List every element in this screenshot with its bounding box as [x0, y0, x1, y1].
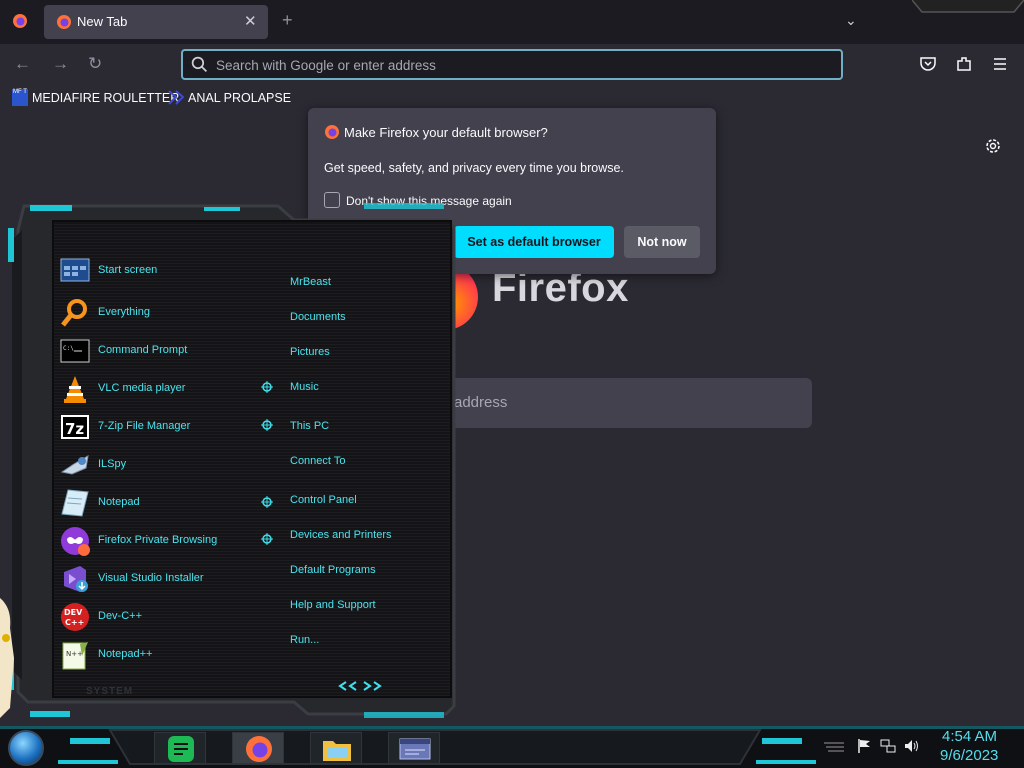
pin-marker-icon [261, 419, 273, 431]
program-label: Dev-C++ [98, 610, 143, 622]
dialog-title: Make Firefox your default browser? [344, 125, 548, 140]
set-default-button[interactable]: Set as default browser [454, 226, 614, 258]
clock-date[interactable]: 9/6/2023 [940, 747, 998, 764]
gear-icon[interactable] [983, 136, 1003, 156]
forward-icon[interactable]: → [52, 54, 69, 74]
dialog-body: Get speed, safety, and privacy every tim… [324, 161, 624, 175]
place-mrbeast[interactable]: MrBeast [290, 276, 331, 288]
firefox-icon [57, 15, 71, 29]
notes-app-icon [168, 736, 194, 762]
everything-search-icon [61, 299, 87, 327]
close-tab-icon[interactable]: ✕ [244, 12, 257, 30]
command-prompt-icon: C:\ [60, 339, 90, 363]
pin-marker-icon [261, 496, 273, 508]
reload-icon[interactable]: ↻ [88, 54, 102, 74]
place-this-pc[interactable]: This PC [290, 420, 329, 432]
menu-icon[interactable] [991, 55, 1009, 73]
extensions-icon[interactable] [955, 55, 973, 73]
program-label: Firefox Private Browsing [98, 534, 218, 546]
back-icon[interactable]: ← [14, 54, 31, 74]
firefox-icon [246, 736, 272, 762]
start-menu: Start screen Everything C:\ Command Prom… [8, 200, 456, 722]
place-control-panel[interactable]: Control Panel [290, 494, 357, 506]
svg-text:C++: C++ [65, 618, 84, 627]
program-label: Visual Studio Installer [98, 572, 204, 584]
url-bar[interactable]: Search with Google or enter address [181, 49, 843, 80]
svg-text:DEV: DEV [64, 608, 83, 617]
start-orb-button[interactable] [8, 730, 44, 766]
svg-text:7z: 7z [65, 420, 84, 438]
desktop-mascot-decoration [0, 598, 14, 718]
bookmark-icon [168, 90, 184, 105]
tab-title: New Tab [77, 14, 128, 29]
7zip-icon: 7z [61, 415, 89, 439]
place-pictures[interactable]: Pictures [290, 346, 330, 358]
pin-marker-icon [261, 381, 273, 393]
chevron-down-icon[interactable]: ⌄ [845, 12, 857, 29]
taskbar-decoration-icon [824, 742, 844, 752]
place-devices-and-printers[interactable]: Devices and Printers [290, 529, 392, 541]
devcpp-icon: DEVC++ [61, 603, 89, 631]
vlc-cone-icon [64, 376, 86, 403]
window-icon [399, 738, 431, 760]
place-connect-to[interactable]: Connect To [290, 455, 345, 467]
taskbar: 4:54 AM 9/6/2023 [0, 726, 1024, 768]
place-run[interactable]: Run... [290, 634, 319, 646]
place-music[interactable]: Music [290, 381, 319, 393]
place-documents[interactable]: Documents [290, 311, 346, 323]
bookmark-mediafire-rouletter[interactable]: MEDIAFIRE ROULETTER [32, 91, 179, 105]
program-label: Command Prompt [98, 344, 188, 356]
place-default-programs[interactable]: Default Programs [290, 564, 376, 576]
ilspy-icon [60, 455, 89, 475]
window-frame-decoration [912, 0, 1024, 13]
program-label: Notepad++ [98, 648, 153, 660]
pocket-icon[interactable] [919, 55, 937, 73]
program-label: Notepad [98, 496, 140, 508]
place-help-and-support[interactable]: Help and Support [290, 599, 376, 611]
notepad-icon [61, 489, 89, 517]
tab-strip: New Tab ✕ + ⌄ [0, 0, 1024, 44]
flag-icon[interactable] [856, 738, 872, 754]
program-label: Start screen [98, 264, 158, 276]
firefox-private-icon [61, 527, 90, 556]
program-label: VLC media player [98, 382, 186, 394]
notepad-plus-plus-icon: N++ [62, 642, 88, 670]
mediafire-icon: MF T [12, 89, 28, 106]
newtab-search-placeholder: address [454, 394, 508, 411]
navigation-toolbar: ← → ↻ Search with Google or enter addres… [0, 44, 1024, 86]
program-label: Everything [98, 306, 150, 318]
speaker-icon[interactable] [904, 738, 920, 754]
visual-studio-installer-icon [64, 566, 88, 592]
taskbar-app-firefox[interactable] [232, 732, 284, 764]
not-now-button[interactable]: Not now [624, 226, 700, 258]
taskbar-app-notes[interactable] [154, 732, 206, 764]
taskbar-app-window[interactable] [388, 732, 440, 764]
folder-icon [323, 741, 351, 761]
clock-time[interactable]: 4:54 AM [942, 728, 997, 745]
newtab-search-box[interactable]: address [400, 378, 812, 428]
program-label: 7-Zip File Manager [98, 420, 191, 432]
firefox-view-icon[interactable] [12, 13, 28, 29]
svg-text:N++: N++ [66, 650, 83, 658]
arrows-icon[interactable] [338, 680, 382, 692]
start-menu-panel: Start screen Everything C:\ Command Prom… [52, 220, 452, 698]
pin-marker-icon [261, 533, 273, 545]
bookmark-anal-prolapse[interactable]: ANAL PROLAPSE [188, 91, 291, 105]
taskbar-app-file-explorer[interactable] [310, 732, 362, 764]
new-tab-icon[interactable]: + [282, 10, 293, 31]
bookmark-icon-text: MF T [13, 89, 27, 95]
program-label: ILSpy [98, 458, 127, 470]
url-placeholder: Search with Google or enter address [216, 58, 436, 73]
start-screen-icon [60, 258, 90, 282]
svg-text:C:\: C:\ [63, 345, 74, 352]
network-icon[interactable] [880, 738, 896, 754]
tab-new-tab[interactable]: New Tab ✕ [44, 5, 268, 39]
firefox-icon [325, 125, 339, 139]
system-label: SYSTEM [86, 686, 134, 697]
search-icon [191, 56, 208, 73]
